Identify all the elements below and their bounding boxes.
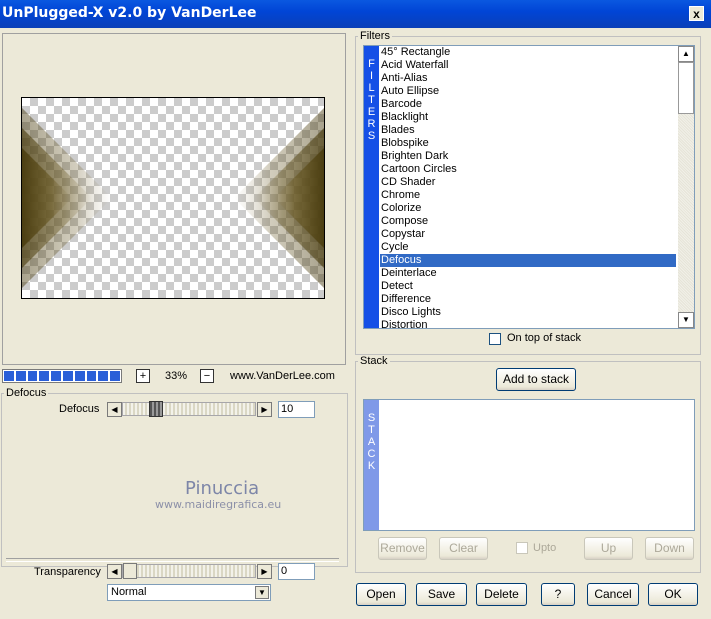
stack-vertical-label: STACK bbox=[364, 400, 379, 530]
zoom-in-button[interactable]: + bbox=[136, 369, 150, 383]
transparency-value-input[interactable]: 0 bbox=[278, 563, 315, 580]
defocus-slider-thumb[interactable] bbox=[149, 401, 163, 417]
filter-list-item[interactable]: Chrome bbox=[380, 189, 676, 202]
filter-list-item[interactable]: Auto Ellipse bbox=[380, 85, 676, 98]
filter-list-item[interactable]: Anti-Alias bbox=[380, 72, 676, 85]
progress-bar bbox=[2, 369, 122, 383]
filter-list-item[interactable]: 45° Rectangle bbox=[380, 46, 676, 59]
defocus-right-arrow[interactable]: ▶ bbox=[257, 402, 272, 417]
transparency-slider-thumb[interactable] bbox=[123, 563, 137, 579]
triangle-left-icon: ◀ bbox=[111, 405, 118, 414]
filter-list-item[interactable]: Deinterlace bbox=[380, 267, 676, 280]
up-button[interactable]: Up bbox=[584, 537, 633, 560]
stack-list[interactable]: STACK bbox=[363, 399, 695, 531]
filter-list-item[interactable]: Cartoon Circles bbox=[380, 163, 676, 176]
scroll-down-icon[interactable]: ▼ bbox=[678, 312, 694, 328]
filter-list-item[interactable]: Blades bbox=[380, 124, 676, 137]
help-button[interactable]: ? bbox=[541, 583, 575, 606]
title-bar: UnPlugged-X v2.0 by VanDerLee x bbox=[0, 0, 711, 28]
filter-list-item[interactable]: Barcode bbox=[380, 98, 676, 111]
filter-list-item[interactable]: Compose bbox=[380, 215, 676, 228]
filters-list[interactable]: FILTERS 45° Rectangle Acid Waterfall Anti-… bbox=[363, 45, 695, 329]
triangle-right-icon: ▶ bbox=[261, 567, 268, 576]
filter-list-item[interactable]: Disco Lights bbox=[380, 306, 676, 319]
filter-list-item[interactable]: Colorize bbox=[380, 202, 676, 215]
transparency-right-arrow[interactable]: ▶ bbox=[257, 564, 272, 579]
upto-checkbox[interactable] bbox=[516, 542, 528, 554]
preview-image bbox=[22, 108, 324, 288]
filter-list-item[interactable]: Defocus bbox=[380, 254, 676, 267]
filter-list-item[interactable]: Brighten Dark bbox=[380, 150, 676, 163]
defocus-value-input[interactable]: 10 bbox=[278, 401, 315, 418]
filter-list-item[interactable]: Blobspike bbox=[380, 137, 676, 150]
filter-list-item[interactable]: Cycle bbox=[380, 241, 676, 254]
defocus-group-label: Defocus bbox=[6, 387, 47, 399]
on-top-label: On top of stack bbox=[507, 332, 581, 344]
filter-list-item[interactable]: Copystar bbox=[380, 228, 676, 241]
scrollbar-thumb[interactable] bbox=[678, 62, 694, 114]
window-title: UnPlugged-X v2.0 by VanDerLee bbox=[2, 5, 257, 21]
watermark-name: Pinuccia bbox=[185, 478, 260, 499]
triangle-right-icon: ▶ bbox=[261, 405, 268, 414]
open-button[interactable]: Open bbox=[356, 583, 406, 606]
transparency-left-arrow[interactable]: ◀ bbox=[107, 564, 122, 579]
filter-list-item[interactable]: Detect bbox=[380, 280, 676, 293]
close-button[interactable]: x bbox=[689, 6, 704, 21]
filter-list-item[interactable]: Acid Waterfall bbox=[380, 59, 676, 72]
filters-scrollbar[interactable]: ▲ ▼ bbox=[678, 46, 694, 328]
upto-label: Upto bbox=[533, 542, 557, 554]
blend-mode-value: Normal bbox=[111, 586, 147, 598]
filter-list-item[interactable]: Blacklight bbox=[380, 111, 676, 124]
on-top-checkbox[interactable] bbox=[489, 333, 501, 345]
filters-vertical-label: FILTERS bbox=[364, 46, 379, 328]
clear-button[interactable]: Clear bbox=[439, 537, 488, 560]
filter-list-item[interactable]: CD Shader bbox=[380, 176, 676, 189]
transparency-label: Transparency bbox=[34, 566, 101, 578]
blend-mode-select[interactable]: Normal ▼ bbox=[107, 584, 271, 601]
defocus-slider[interactable] bbox=[122, 402, 256, 416]
filter-list-item[interactable]: Distortion bbox=[380, 319, 676, 328]
zoom-out-button[interactable]: − bbox=[200, 369, 214, 383]
down-button[interactable]: Down bbox=[645, 537, 694, 560]
scroll-up-icon[interactable]: ▲ bbox=[678, 46, 694, 62]
transparency-slider[interactable] bbox=[122, 564, 256, 578]
ok-button[interactable]: OK bbox=[648, 583, 698, 606]
website-link[interactable]: www.VanDerLee.com bbox=[230, 370, 335, 382]
defocus-label: Defocus bbox=[59, 403, 100, 415]
defocus-left-arrow[interactable]: ◀ bbox=[107, 402, 122, 417]
add-to-stack-button[interactable]: Add to stack bbox=[496, 368, 576, 391]
chevron-down-icon[interactable]: ▼ bbox=[255, 586, 269, 599]
triangle-left-icon: ◀ bbox=[111, 567, 118, 576]
remove-button[interactable]: Remove bbox=[378, 537, 427, 560]
watermark-url: www.maidiregrafica.eu bbox=[155, 498, 282, 511]
delete-button[interactable]: Delete bbox=[476, 583, 527, 606]
divider bbox=[6, 558, 339, 562]
cancel-button[interactable]: Cancel bbox=[587, 583, 639, 606]
stack-group-label: Stack bbox=[360, 355, 388, 367]
filters-items: 45° Rectangle Acid Waterfall Anti-Alias Aut… bbox=[380, 46, 676, 328]
filter-list-item[interactable]: Difference bbox=[380, 293, 676, 306]
save-button[interactable]: Save bbox=[416, 583, 467, 606]
close-icon: x bbox=[693, 7, 700, 21]
filters-group-label: Filters bbox=[360, 30, 390, 42]
zoom-level: 33% bbox=[164, 370, 188, 382]
preview-canvas[interactable] bbox=[21, 97, 325, 299]
